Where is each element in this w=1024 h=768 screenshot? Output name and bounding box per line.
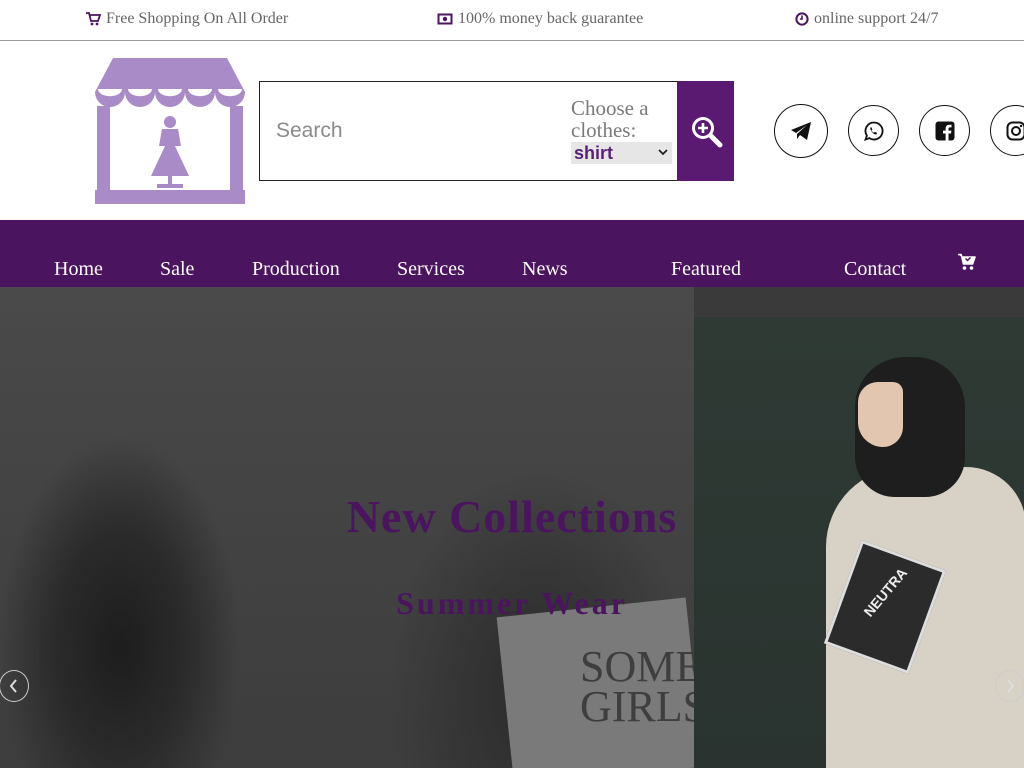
- chevron-down-icon: [658, 147, 668, 159]
- search-bar: Choose a clothes: shirt: [259, 81, 734, 181]
- nav-link-contact[interactable]: Contact: [844, 258, 906, 281]
- slider-next-button[interactable]: [995, 670, 1024, 702]
- chevron-right-icon: [1007, 679, 1015, 693]
- main-navigation: Home Sale Production Services News Featu…: [0, 220, 1024, 287]
- clothes-select-value: shirt: [574, 142, 614, 163]
- hero-slider: SOME GIRLS NEUTRA New Collections Summer…: [0, 287, 1024, 768]
- clothes-select[interactable]: shirt: [571, 142, 672, 164]
- money-icon: [437, 13, 453, 25]
- facebook-button[interactable]: [919, 105, 970, 156]
- chevron-left-icon: [9, 679, 17, 693]
- clothes-select-label: Choose a clothes:: [571, 96, 649, 142]
- search-plus-icon: [691, 117, 722, 148]
- nav-link-sale[interactable]: Sale: [160, 258, 194, 281]
- cart-icon[interactable]: [957, 253, 977, 271]
- nav-link-services[interactable]: Services: [397, 258, 465, 281]
- facebook-icon: [935, 121, 954, 141]
- nav-link-production[interactable]: Production: [252, 258, 340, 281]
- nav-link-news[interactable]: News: [522, 258, 568, 281]
- search-input[interactable]: [276, 116, 546, 146]
- nav-link-featured[interactable]: Featured: [671, 258, 741, 281]
- telegram-button[interactable]: [774, 104, 828, 158]
- model-face: [858, 382, 903, 447]
- instagram-button[interactable]: [990, 105, 1024, 156]
- support-text: online support 24/7: [814, 10, 939, 27]
- hero-subtitle: Summer Wear: [396, 585, 628, 621]
- clock-icon: [795, 12, 809, 26]
- whatsapp-button[interactable]: [848, 105, 899, 156]
- support-notice: online support 24/7: [795, 10, 938, 28]
- clothing-store-icon[interactable]: [95, 56, 245, 204]
- cart-icon: [86, 12, 101, 26]
- money-back-text: 100% money back guarantee: [458, 10, 644, 27]
- site-header: Choose a clothes: shirt: [0, 41, 1024, 220]
- nav-link-home[interactable]: Home: [54, 258, 103, 281]
- telegram-icon: [791, 122, 811, 140]
- whatsapp-icon: [863, 121, 883, 141]
- hero-title: New Collections: [346, 491, 678, 542]
- instagram-icon: [1006, 121, 1024, 140]
- hero-photo-top: [694, 287, 1024, 317]
- search-button[interactable]: [677, 81, 734, 181]
- slider-prev-button[interactable]: [0, 670, 29, 702]
- magazine-text: SOME GIRLS: [580, 642, 708, 731]
- top-info-bar: Free Shopping On All Order 100% money ba…: [0, 0, 1024, 41]
- free-shipping-text: Free Shopping On All Order: [106, 10, 289, 27]
- free-shipping-notice: Free Shopping On All Order: [85, 10, 288, 28]
- money-back-notice: 100% money back guarantee: [437, 10, 643, 28]
